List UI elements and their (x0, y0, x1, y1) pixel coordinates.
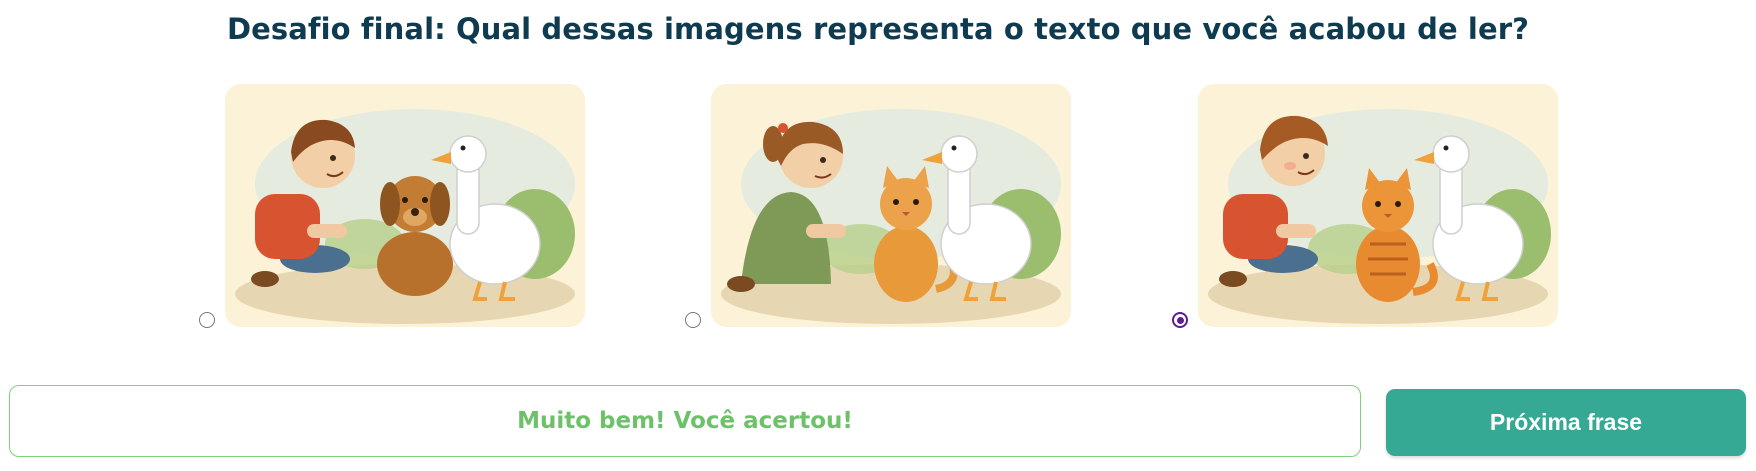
answer-option-1[interactable] (199, 84, 585, 334)
boy-dog-duck-illustration (225, 84, 585, 327)
option-1-image[interactable] (225, 84, 585, 327)
next-sentence-button[interactable]: Próxima frase (1386, 389, 1746, 456)
option-3-image[interactable] (1198, 84, 1558, 327)
feedback-message: Muito bem! Você acertou! (9, 385, 1361, 457)
option-2-radio[interactable] (685, 312, 701, 328)
answer-option-3[interactable] (1172, 84, 1558, 334)
quiz-screen: Desafio final: Qual dessas imagens repre… (0, 0, 1756, 471)
option-1-radio[interactable] (199, 312, 215, 328)
option-3-radio[interactable] (1172, 312, 1188, 328)
answer-option-2[interactable] (685, 84, 1071, 334)
girl-cat-duck-illustration (711, 84, 1071, 327)
question-title: Desafio final: Qual dessas imagens repre… (226, 12, 1530, 46)
option-2-image[interactable] (711, 84, 1071, 327)
boy-cat-duck-illustration (1198, 84, 1558, 327)
